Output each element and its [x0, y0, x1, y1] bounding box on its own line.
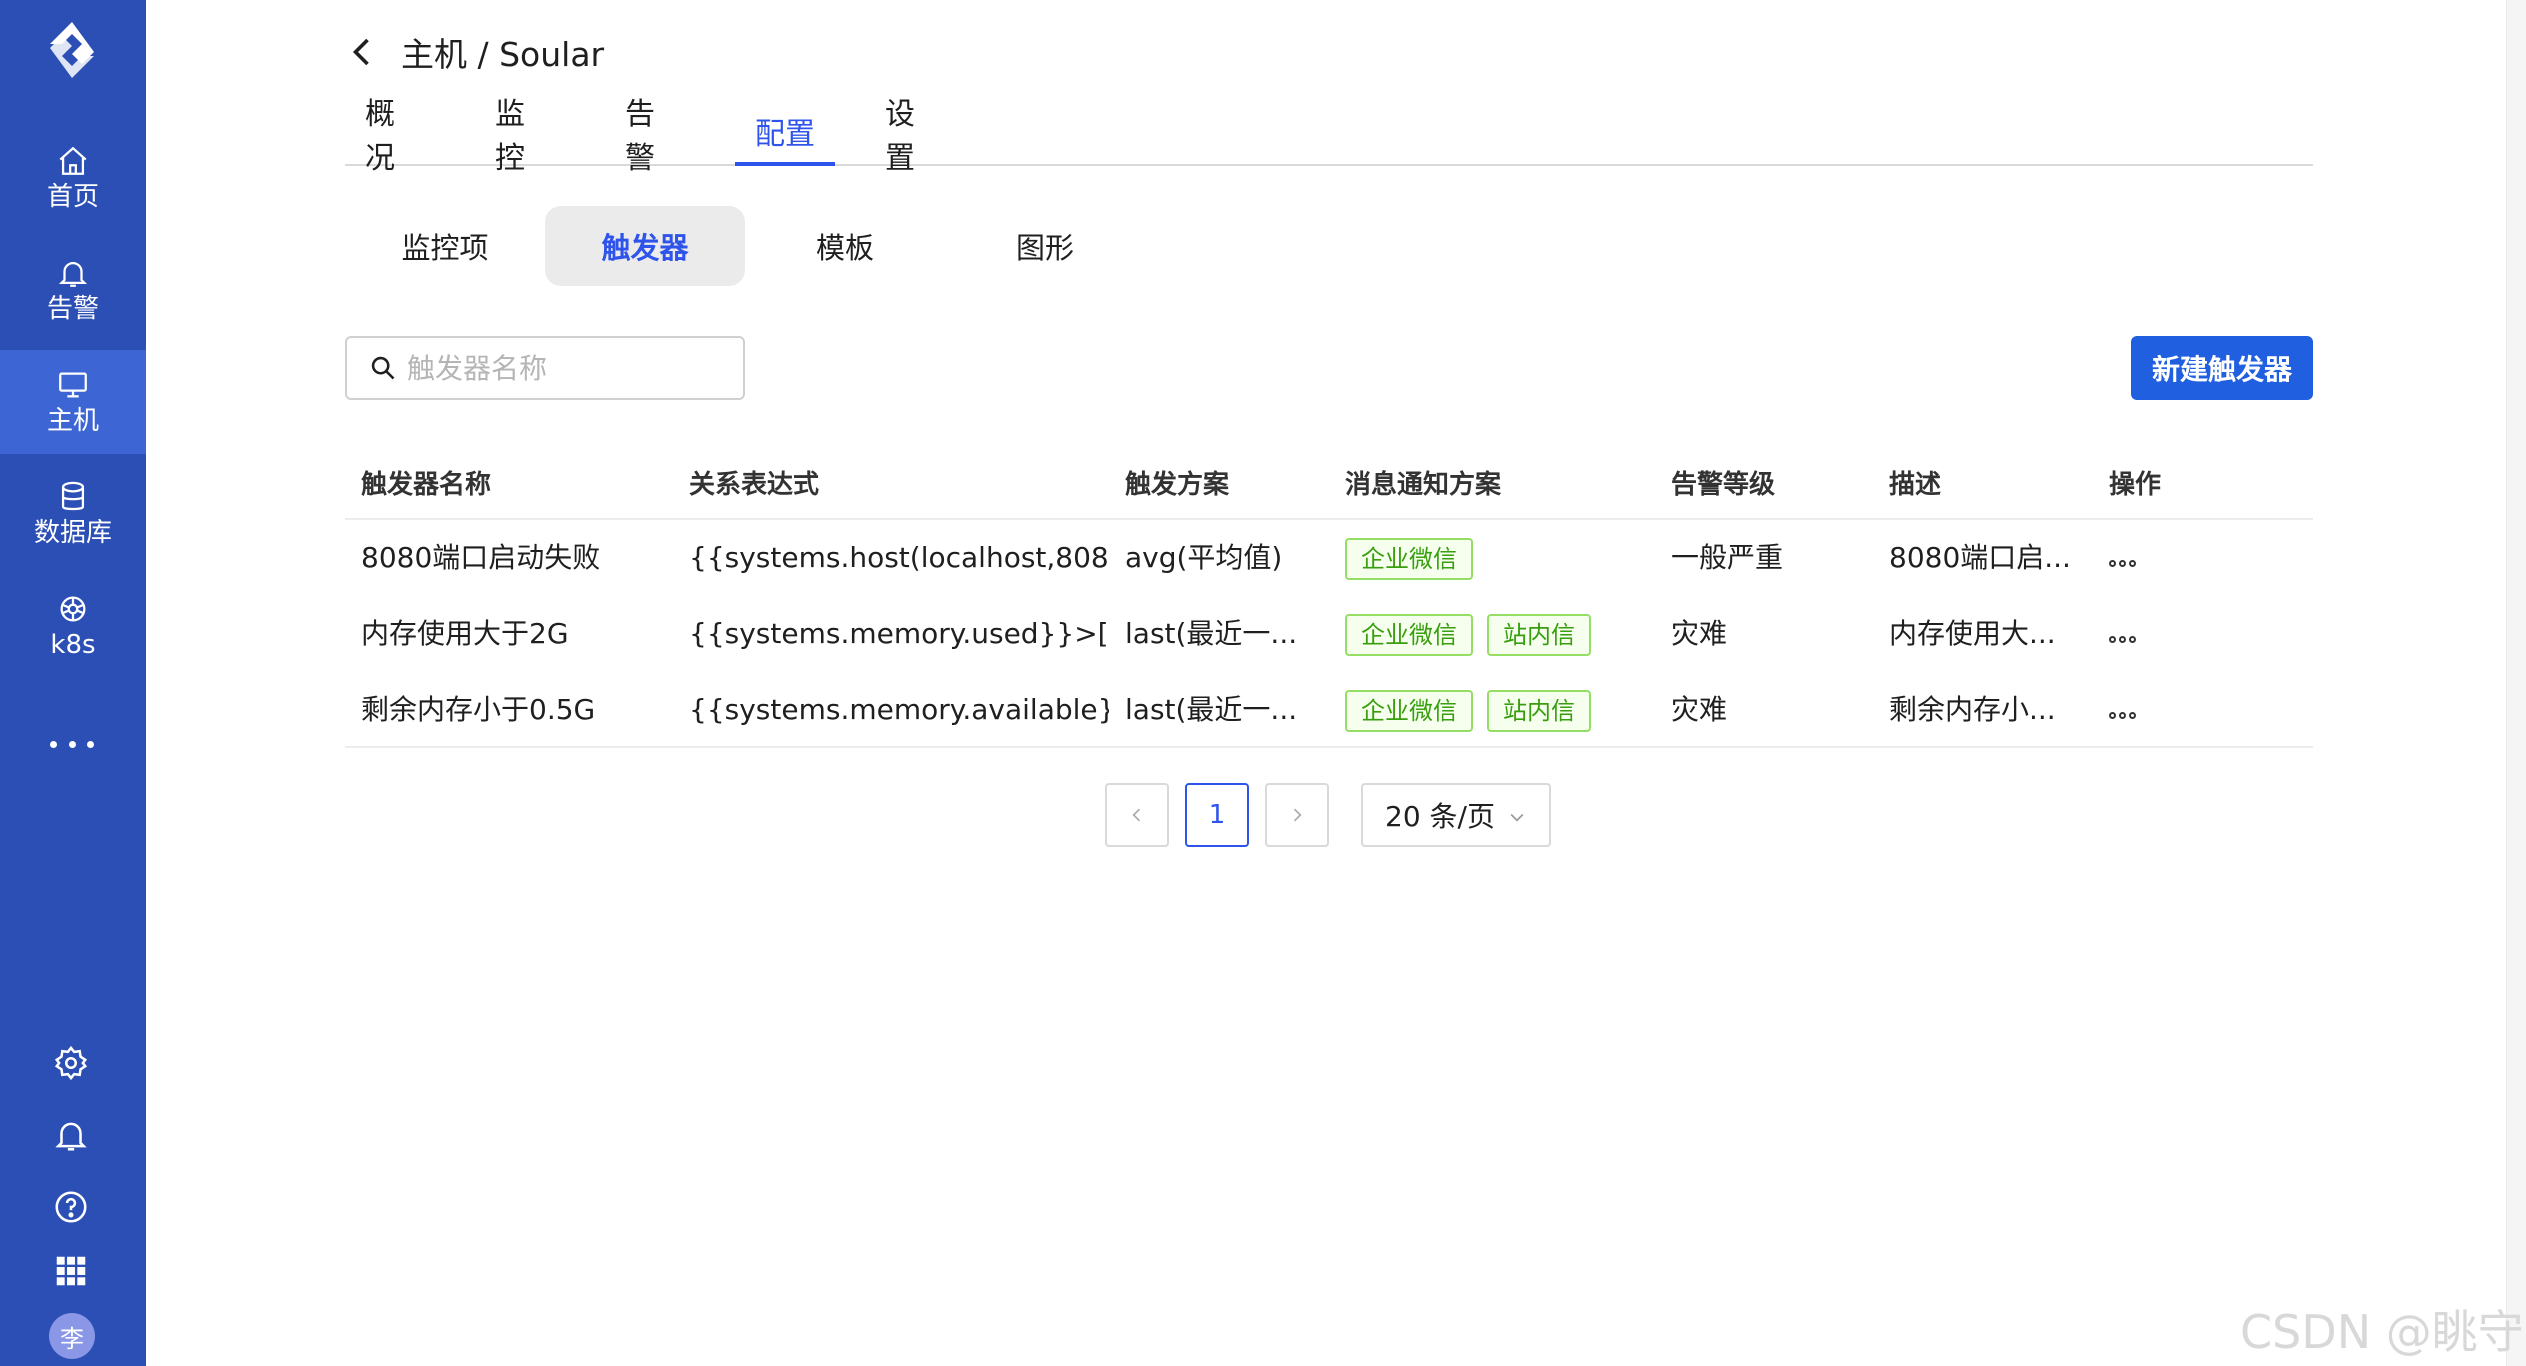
page-size-select[interactable]: 20 条/页: [1361, 783, 1551, 847]
page-number-button[interactable]: 1: [1185, 783, 1249, 847]
trigger-description: 内存使用大...: [1889, 617, 2056, 650]
more-icon[interactable]: [50, 722, 94, 766]
chevron-right-icon: [1293, 808, 1302, 822]
kubernetes-icon: [60, 596, 86, 622]
monitor-icon: [59, 372, 87, 398]
notify-tags: 企业微信 站内信: [1345, 672, 1655, 748]
trigger-description: 剩余内存小...: [1889, 693, 2056, 726]
notify-tag: 企业微信: [1345, 690, 1473, 732]
sidebar-item-home[interactable]: 首页: [0, 126, 146, 230]
subtab-graphs[interactable]: 图形: [945, 206, 1145, 286]
page-size-value: 20 条/页: [1385, 800, 1495, 833]
more-actions-icon[interactable]: [2109, 526, 2136, 597]
trigger-expression: {{systems.memory.available}}...: [689, 693, 1109, 726]
sidebar-item-label: 数据库: [33, 518, 112, 548]
tab-settings[interactable]: 设置: [885, 97, 941, 176]
more-actions-icon[interactable]: [2109, 678, 2136, 749]
column-header-expression: 关系表达式: [689, 470, 820, 500]
page-header: 主机 / Soular: [345, 28, 604, 76]
row-actions[interactable]: [2109, 520, 2169, 596]
column-header-desc: 描述: [1889, 470, 1942, 500]
trigger-name[interactable]: 内存使用大于2G: [361, 596, 671, 672]
tab-config[interactable]: 配置: [735, 100, 835, 166]
notify-tag: 企业微信: [1345, 538, 1473, 580]
notification-bell-icon[interactable]: [50, 1114, 92, 1156]
row-actions[interactable]: [2109, 672, 2169, 748]
subtab-triggers[interactable]: 触发器: [545, 206, 745, 286]
chevron-down-icon: [1510, 813, 1524, 822]
trigger-scheme: last(最近一...: [1125, 693, 1298, 726]
sidebar-item-label: 主机: [46, 406, 99, 436]
notify-tag: 站内信: [1487, 614, 1591, 656]
alert-level: 灾难: [1671, 617, 1728, 650]
search-input[interactable]: [407, 351, 727, 385]
alert-level: 一般严重: [1671, 541, 1784, 574]
table-header: 触发器名称 关系表达式 触发方案 消息通知方案 告警等级 描述 操作: [345, 450, 2313, 520]
chevron-left-icon: [1132, 808, 1141, 822]
main-tabs: 概况 监控 告警 配置 设置: [345, 97, 2313, 176]
column-header-name: 触发器名称: [361, 470, 492, 500]
sidebar-item-label: 告警: [46, 294, 99, 324]
tab-alerts[interactable]: 告警: [625, 97, 681, 176]
help-icon[interactable]: [50, 1186, 92, 1228]
subtab-monitor-items[interactable]: 监控项: [345, 206, 545, 286]
trigger-scheme: avg(平均值): [1125, 541, 1283, 574]
prev-page-button[interactable]: [1105, 783, 1169, 847]
app-logo-icon[interactable]: [36, 14, 108, 86]
tab-overview[interactable]: 概况: [365, 97, 421, 176]
trigger-expression: {{systems.host(localhost,808...: [689, 541, 1109, 574]
column-header-level: 告警等级: [1671, 470, 1776, 500]
apps-grid-icon[interactable]: [50, 1250, 92, 1292]
trigger-scheme: last(最近一...: [1125, 617, 1298, 650]
column-header-notify: 消息通知方案: [1345, 470, 1502, 500]
table-row[interactable]: 剩余内存小于0.5G {{systems.memory.available}}.…: [345, 672, 2313, 748]
notify-tag: 站内信: [1487, 690, 1591, 732]
new-trigger-button[interactable]: 新建触发器: [2131, 336, 2313, 400]
column-header-actions: 操作: [2109, 470, 2162, 500]
notify-tag: 企业微信: [1345, 614, 1473, 656]
trigger-table: 触发器名称 关系表达式 触发方案 消息通知方案 告警等级 描述 操作 8080端…: [345, 450, 2313, 748]
trigger-name[interactable]: 8080端口启动失败: [361, 520, 671, 596]
column-header-trigger: 触发方案: [1125, 470, 1230, 500]
app-root: 首页 告警 主机 数据库 k8s 李 主机 / Soular 概况 监控 告警 …: [0, 0, 2526, 1366]
table-row[interactable]: 内存使用大于2G {{systems.memory.used}}>[2] las…: [345, 596, 2313, 672]
notify-tags: 企业微信: [1345, 520, 1655, 596]
sidebar: 首页 告警 主机 数据库 k8s 李: [0, 0, 146, 1366]
sidebar-item-database[interactable]: 数据库: [0, 462, 146, 566]
sidebar-item-label: 首页: [46, 182, 99, 212]
sidebar-item-alerts[interactable]: 告警: [0, 238, 146, 342]
watermark: CSDN @眺守: [2240, 1305, 2524, 1359]
home-icon: [59, 146, 87, 175]
settings-icon[interactable]: [50, 1042, 92, 1084]
sidebar-item-label: k8s: [50, 630, 96, 660]
trigger-expression: {{systems.memory.used}}>[2]: [689, 617, 1109, 650]
search-field[interactable]: [345, 336, 745, 400]
database-icon: [61, 481, 85, 511]
next-page-button[interactable]: [1265, 783, 1329, 847]
tab-monitoring[interactable]: 监控: [495, 97, 551, 176]
subtab-templates[interactable]: 模板: [745, 206, 945, 286]
trigger-description: 8080端口启...: [1889, 541, 2071, 574]
row-actions[interactable]: [2109, 596, 2169, 672]
trigger-name[interactable]: 剩余内存小于0.5G: [361, 672, 671, 748]
more-actions-icon[interactable]: [2109, 602, 2136, 673]
table-row[interactable]: 8080端口启动失败 {{systems.host(localhost,808.…: [345, 520, 2313, 596]
back-arrow-icon[interactable]: [345, 34, 381, 70]
bell-icon: [58, 262, 88, 287]
notify-tags: 企业微信 站内信: [1345, 596, 1655, 672]
search-icon: [371, 356, 395, 380]
sidebar-item-hosts[interactable]: 主机: [0, 350, 146, 454]
sidebar-item-k8s[interactable]: k8s: [0, 574, 146, 678]
page-scrollbar[interactable]: [2506, 0, 2526, 1366]
avatar[interactable]: 李: [49, 1313, 95, 1359]
alert-level: 灾难: [1671, 693, 1728, 726]
breadcrumb: 主机 / Soular: [401, 35, 605, 74]
